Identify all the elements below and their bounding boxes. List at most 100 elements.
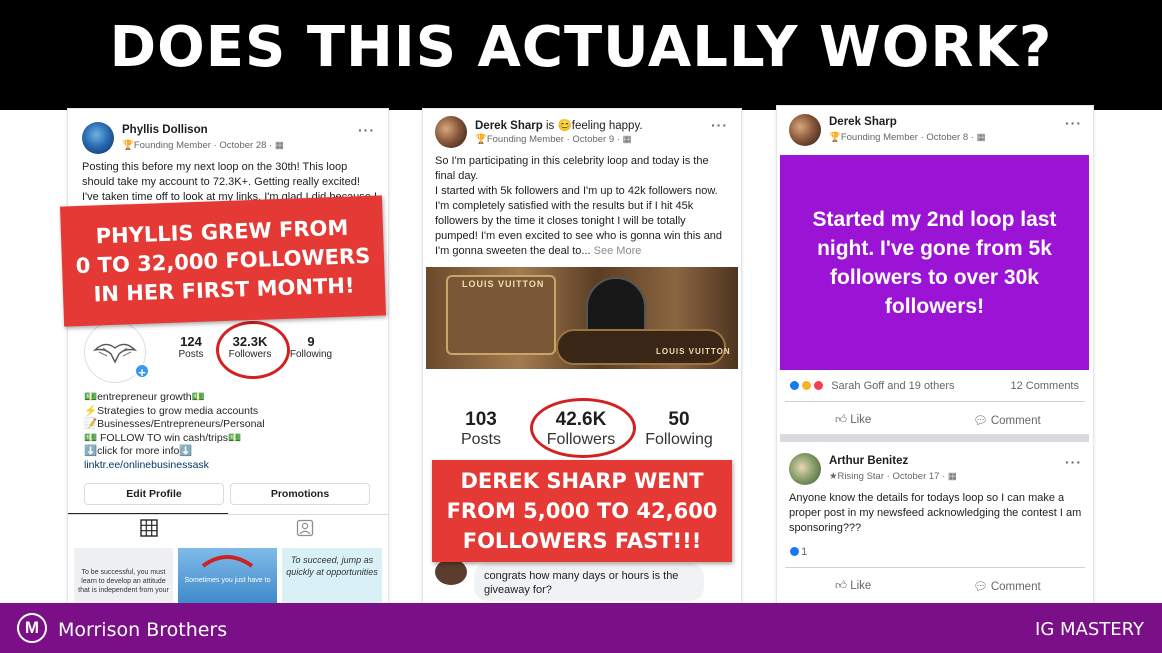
thumbnail-caption: To be successful, you must learn to deve… [78,569,169,594]
like-button[interactable]: 👍︎ Like [835,579,871,593]
commenter-avatar[interactable] [435,559,467,585]
reaction-summary[interactable]: Sarah Goff and 19 others [789,380,955,392]
audience-icon: ▦ [622,134,632,145]
comment-label: Comment [990,581,1041,593]
post-date[interactable]: October 28 [219,140,266,151]
comment-button[interactable]: 💬︎ Comment [973,579,1041,593]
bio-line: ⚡Strategies to grow media accounts [84,404,259,417]
more-options-icon[interactable]: ··· [711,117,728,133]
reaction-names: Sarah Goff and 19 others [831,380,955,392]
like-count: 1 [801,546,808,558]
comment-bubble: congrats how many days or hours is the g… [474,563,704,601]
more-options-icon[interactable]: ··· [1065,454,1082,470]
post-date[interactable]: October 8 [926,132,968,143]
comment-body: Anyone know the details for todays loop … [789,492,1082,534]
trophy-icon: 🏆 [122,140,134,151]
phyllis-growth-banner: PHYLLIS GREW FROM 0 TO 32,000 FOLLOWERS … [60,195,386,327]
like-button[interactable]: 👍︎ Like [835,413,871,427]
arthur-avatar[interactable] [789,453,821,485]
wow-reaction-icon [801,380,813,391]
bio-link[interactable]: linktr.ee/onlinebusinessask [84,459,265,473]
more-options-icon[interactable]: ··· [358,122,375,138]
post-meta: 🏆Founding Member · October 8 · ▦ [829,132,986,143]
banner-line: FROM 5,000 TO 42,600 [446,499,718,523]
divider [785,567,1085,568]
audience-icon: ▦ [976,132,986,143]
derek-second-post-panel: Derek Sharp 🏆Founding Member · October 8… [777,106,1093,604]
bio-line: ⬇️click for more info⬇️ [84,445,193,457]
like-reaction-icon [789,546,800,557]
tagged-tab-icon[interactable] [296,519,314,542]
brand-name: Morrison Brothers [58,619,228,641]
derek-avatar[interactable] [435,116,467,148]
member-badge: Founding Member [133,140,211,151]
photo-logo-text: LOUIS VUITTON [462,279,545,289]
more-options-icon[interactable]: ··· [1065,115,1082,131]
see-more-link[interactable]: See More [594,245,642,257]
luggage-photo[interactable]: LOUIS VUITTON LOUIS VUITTON [426,267,738,369]
paraglider-icon [201,555,254,568]
bio-line: 📝Businesses/Entrepreneurs/Personal [84,418,265,430]
comment-meta: ★Rising Star · October 17 · ▦ [829,471,957,482]
post-separator [780,434,1089,442]
phyllis-meta: 🏆Founding Member · October 28 · ▦ [122,140,284,151]
derek-author-line: Derek Sharp is 😊feeling happy. [475,118,643,132]
thumbnail-caption: To succeed, jump as quickly at opportuni… [286,555,378,577]
banner-line: DEREK SHARP WENT [460,469,704,493]
audience-icon: ▦ [947,471,957,482]
trophy-icon: 🏆 [475,134,487,145]
post-thumbnail[interactable]: Sometimes you just have to [178,548,277,604]
headline: DOES THIS ACTUALLY WORK? [109,15,1053,80]
comment-date[interactable]: October 17 [892,471,939,482]
member-badge: Founding Member [486,134,564,145]
rank-badge: Rising Star [837,471,884,482]
phyllis-author[interactable]: Phyllis Dollison [122,124,208,136]
comment-button[interactable]: 💬︎ Comment [973,413,1041,427]
bio-line: 💵 FOLLOW TO win cash/trips💵 [84,431,242,444]
post-date[interactable]: October 9 [572,134,614,145]
derek-post-text: So I'm participating in this celebrity l… [435,154,731,259]
thumbs-up-icon: 👍︎ [835,580,848,592]
stat-value: 50 [668,409,690,430]
followers-highlight-circle [530,398,636,458]
derek-avatar[interactable] [789,114,821,146]
stat-label: Following [645,431,713,448]
post-body: So I'm participating in this celebrity l… [435,155,723,257]
divider [785,401,1085,402]
author-name[interactable]: Derek Sharp [829,116,897,128]
stat-posts[interactable]: 103 Posts [443,409,519,449]
status-card-text: Started my 2nd loop last night. I've gon… [812,208,1057,318]
mood-prefix: is [542,120,558,132]
stat-label: Posts [460,431,501,448]
promotions-button[interactable]: Promotions [230,483,370,505]
edit-profile-button[interactable]: Edit Profile [84,483,224,505]
stat-following[interactable]: 50 Following [637,409,721,449]
comment-author[interactable]: Arthur Benitez [829,455,908,467]
derek-meta: 🏆Founding Member · October 9 · ▦ [475,134,632,145]
stat-value: 103 [465,409,497,430]
audience-icon: ▦ [274,140,284,151]
post-thumbnail[interactable]: To succeed, jump as quickly at opportuni… [282,548,382,604]
feeling-status: 😊feeling happy. [557,120,643,132]
member-badge: Founding Member [840,132,918,143]
heart-bag-shape [586,277,646,335]
comment-like-count[interactable]: 1 [789,546,807,558]
derek-author[interactable]: Derek Sharp [475,120,543,132]
like-label: Like [850,414,872,426]
star-icon: ★ [829,471,838,482]
add-story-icon[interactable]: + [134,363,150,380]
bio-line: 💵entrepreneur growth💵 [84,391,205,403]
love-reaction-icon [813,380,825,391]
tab-divider [68,514,388,515]
like-label: Like [850,580,872,592]
comment-text: congrats how many days or hours is the g… [484,570,679,596]
grid-tab-icon[interactable] [140,519,158,542]
comments-count[interactable]: 12 Comments [1011,380,1079,392]
status-card: Started my 2nd loop last night. I've gon… [780,155,1089,370]
derek-growth-banner: DEREK SHARP WENT FROM 5,000 TO 42,600 FO… [432,460,732,562]
post-thumbnail[interactable]: To be successful, you must learn to deve… [74,548,173,604]
profile-bio: 💵entrepreneur growth💵 ⚡Strategies to gro… [84,391,265,472]
like-reaction-icon [789,380,800,391]
trophy-icon: 🏆 [829,132,841,143]
phyllis-avatar[interactable] [82,122,114,154]
